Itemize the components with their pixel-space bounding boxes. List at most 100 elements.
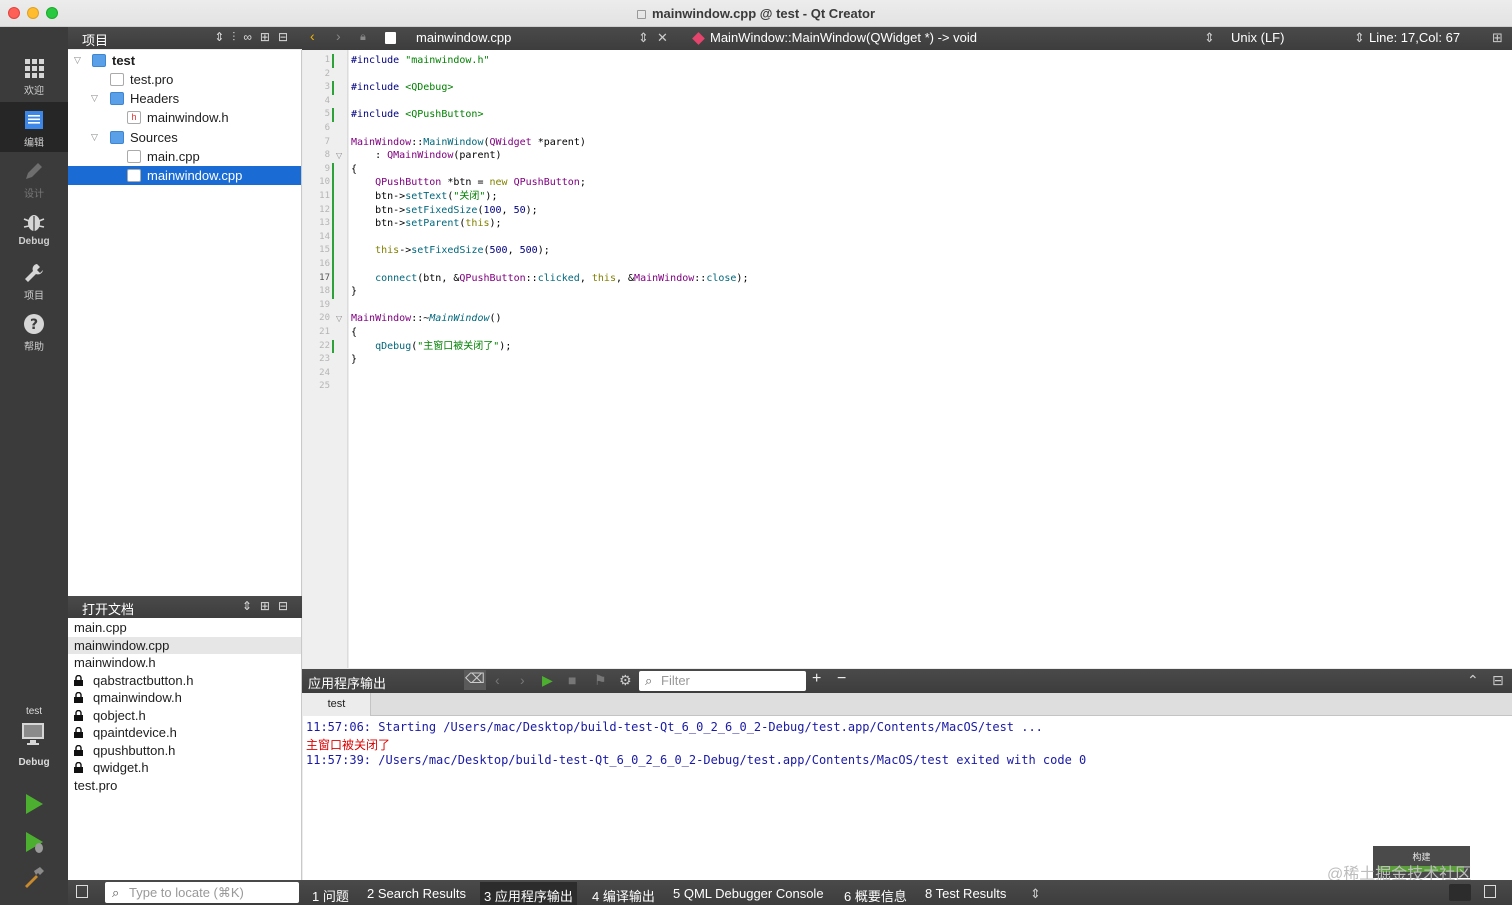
modified-line-marker bbox=[332, 285, 334, 299]
tree-item-headers[interactable]: ▽ Headers bbox=[68, 89, 301, 108]
next-item-button[interactable]: › bbox=[520, 672, 525, 688]
tree-item-test-pro[interactable]: test.pro bbox=[68, 70, 301, 89]
line-number: 21 bbox=[319, 327, 330, 337]
go-forward-button[interactable]: › bbox=[336, 28, 341, 44]
symbol-icon bbox=[692, 32, 705, 45]
lock-icon: 🔒︎ bbox=[360, 31, 366, 43]
tab-application-output[interactable]: 3 应用程序输出 bbox=[480, 882, 577, 905]
locator-input[interactable]: ⌕ Type to locate (⌘K) bbox=[105, 882, 299, 903]
line-number: 13 bbox=[319, 218, 330, 229]
rerun-button[interactable]: ▶ bbox=[542, 672, 553, 689]
fold-chevron-icon[interactable]: ▽ bbox=[336, 149, 342, 163]
tab-general-messages[interactable]: 6 概要信息 bbox=[844, 886, 907, 905]
open-doc-item[interactable]: qmainwindow.h bbox=[68, 689, 301, 707]
kit-project-label: test bbox=[25, 706, 43, 717]
mode-projects[interactable]: 项目 bbox=[0, 255, 68, 305]
output-pane-title: 应用程序输出 bbox=[308, 676, 387, 691]
mode-edit[interactable]: 编辑 bbox=[0, 102, 68, 152]
code-line: } bbox=[351, 286, 358, 298]
line-number: 6 bbox=[324, 123, 330, 133]
mode-debug[interactable]: Debug bbox=[0, 204, 68, 254]
toggle-sidebar-icon[interactable] bbox=[76, 885, 88, 898]
file-selector-chevron-icon[interactable]: ⇕ bbox=[638, 30, 649, 46]
link-icon[interactable]: ∞ bbox=[243, 30, 260, 44]
split-icon[interactable]: ⊞ bbox=[260, 599, 278, 613]
open-doc-item[interactable]: qpaintdevice.h bbox=[68, 724, 301, 742]
chevron-down-icon[interactable]: ▽ bbox=[91, 128, 98, 147]
modified-line-marker bbox=[332, 190, 334, 204]
code-editor[interactable]: #include "mainwindow.h" #include <QDebug… bbox=[349, 50, 1512, 668]
kit-config-label: Debug bbox=[18, 757, 50, 768]
search-icon: ⌕ bbox=[112, 885, 120, 900]
kit-selector[interactable]: Debug bbox=[0, 721, 68, 771]
open-docs-tools: ⇕⊞⊟ bbox=[242, 599, 296, 613]
go-back-button[interactable]: ‹ bbox=[310, 28, 315, 44]
cursor-position[interactable]: Line: 17,Col: 67 bbox=[1369, 30, 1460, 45]
previous-item-button[interactable]: ‹ bbox=[495, 672, 500, 688]
zoom-out-button[interactable]: − bbox=[837, 670, 846, 688]
search-icon: ⌕ bbox=[645, 673, 653, 688]
chevron-down-icon[interactable]: ▽ bbox=[91, 89, 98, 108]
open-documents-list: main.cpp mainwindow.cpp mainwindow.h qab… bbox=[68, 618, 302, 880]
open-doc-item[interactable]: qwidget.h bbox=[68, 759, 301, 777]
open-doc-item[interactable]: test.pro bbox=[68, 777, 301, 795]
minimize-pane-icon[interactable]: ⊟ bbox=[1492, 672, 1504, 689]
more-tabs-chevron-icon[interactable]: ⇕ bbox=[1030, 886, 1041, 902]
debug-play-icon bbox=[26, 832, 43, 853]
build-button[interactable] bbox=[22, 865, 46, 892]
tree-item-mainwindow-cpp[interactable]: mainwindow.cpp bbox=[68, 166, 301, 185]
tree-item-mainwindow-h[interactable]: h mainwindow.h bbox=[68, 108, 301, 127]
debug-run-button[interactable] bbox=[22, 830, 46, 857]
symbol-selector-chevron-icon[interactable]: ⇕ bbox=[1204, 30, 1215, 46]
chevron-down-icon[interactable]: ▽ bbox=[74, 51, 81, 70]
open-doc-item[interactable]: mainwindow.h bbox=[68, 654, 301, 672]
tab-test-results[interactable]: 8 Test Results bbox=[925, 886, 1006, 901]
view-selector-icon[interactable]: ⇕ bbox=[242, 599, 260, 613]
settings-gear-icon[interactable]: ⚙ bbox=[619, 672, 632, 689]
open-doc-item[interactable]: qabstractbutton.h bbox=[68, 672, 301, 690]
split-editor-icon[interactable]: ⊞ bbox=[1492, 30, 1503, 46]
open-doc-item[interactable]: qpushbutton.h bbox=[68, 742, 301, 760]
line-ending-chevron-icon[interactable]: ⇕ bbox=[1354, 30, 1365, 46]
open-doc-item[interactable]: mainwindow.cpp bbox=[68, 636, 301, 654]
mode-sidebar: 欢迎 编辑 设计 Debug 项目 ? 帮助 test Debug bbox=[0, 27, 68, 905]
mode-design[interactable]: 设计 bbox=[0, 153, 68, 203]
split-icon[interactable]: ⊞ bbox=[260, 30, 278, 44]
tab-compile-output[interactable]: 4 编译输出 bbox=[592, 886, 655, 905]
tab-search-results[interactable]: 2 Search Results bbox=[367, 886, 466, 901]
lock-icon bbox=[74, 692, 83, 703]
run-button[interactable] bbox=[22, 792, 46, 819]
line-number: 20 bbox=[319, 313, 330, 324]
tree-item-test[interactable]: ▽ test bbox=[68, 51, 301, 70]
close-document-button[interactable]: ✕ bbox=[657, 30, 668, 46]
editor-toolbar: ‹ › 🔒︎ mainwindow.cpp ⇕ ✕ MainWindow::Ma… bbox=[302, 27, 1512, 50]
view-selector-icon[interactable]: ⇕ bbox=[214, 30, 232, 44]
mode-welcome[interactable]: 欢迎 bbox=[0, 50, 68, 100]
clean-output-icon[interactable]: ⌫ bbox=[464, 670, 486, 690]
tree-item-sources[interactable]: ▽ Sources bbox=[68, 128, 301, 147]
tab-issues[interactable]: 1 问题 bbox=[312, 886, 349, 905]
progress-details-icon[interactable] bbox=[1449, 884, 1471, 901]
close-pane-icon[interactable]: ⊟ bbox=[278, 30, 296, 44]
title-bar: mainwindow.cpp @ test - Qt Creator bbox=[0, 0, 1512, 27]
maximize-pane-icon[interactable]: ⌃ bbox=[1467, 672, 1479, 689]
output-filter-input[interactable]: ⌕ Filter bbox=[639, 671, 806, 691]
stop-button[interactable]: ■ bbox=[568, 672, 576, 688]
output-tab-test[interactable]: test bbox=[303, 693, 371, 716]
open-doc-item[interactable]: main.cpp bbox=[68, 619, 301, 637]
mode-help[interactable]: ? 帮助 bbox=[0, 306, 68, 356]
filter-icon[interactable]: ⫶ bbox=[232, 30, 243, 44]
current-file-selector[interactable]: mainwindow.cpp bbox=[416, 30, 511, 45]
toggle-right-sidebar-icon[interactable] bbox=[1484, 885, 1496, 898]
line-ending-selector[interactable]: Unix (LF) bbox=[1231, 30, 1284, 45]
open-doc-item[interactable]: qobject.h bbox=[68, 707, 301, 725]
zoom-in-button[interactable]: + bbox=[812, 670, 821, 688]
fold-chevron-icon[interactable]: ▽ bbox=[336, 312, 342, 326]
symbol-selector[interactable]: MainWindow::MainWindow(QWidget *) -> voi… bbox=[710, 30, 977, 45]
attach-debugger-button[interactable]: ⚑ bbox=[594, 672, 607, 689]
tree-item-main-cpp[interactable]: main.cpp bbox=[68, 147, 301, 166]
close-pane-icon[interactable]: ⊟ bbox=[278, 599, 296, 613]
line-number: 17 bbox=[319, 272, 330, 283]
tab-qml-debugger-console[interactable]: 5 QML Debugger Console bbox=[673, 886, 824, 901]
application-output[interactable]: 11:57:06: Starting /Users/mac/Desktop/bu… bbox=[303, 716, 1512, 880]
